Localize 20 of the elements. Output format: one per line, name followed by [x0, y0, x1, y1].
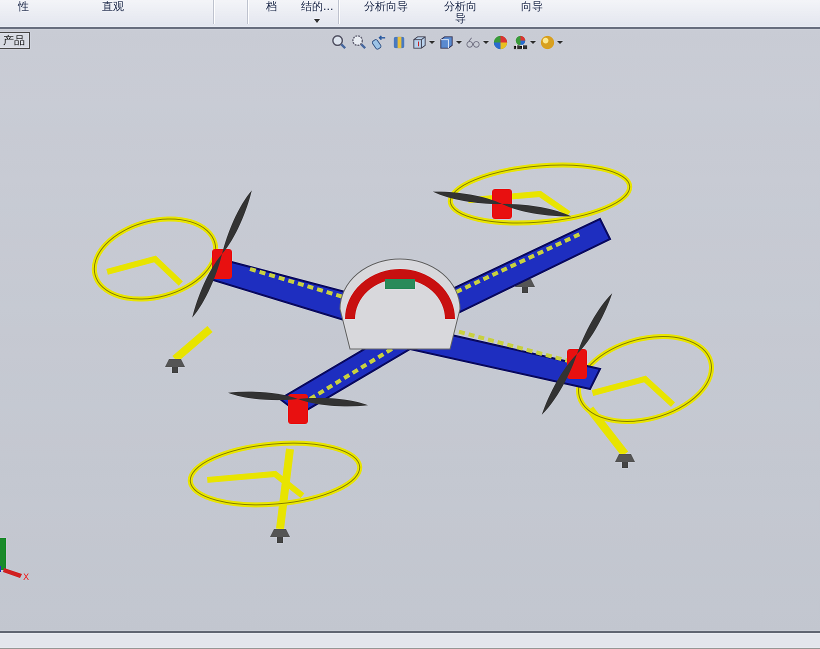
ribbon-button[interactable]: 结的...	[297, 1, 338, 23]
document-tab[interactable]: 产品	[0, 32, 30, 49]
ribbon-button[interactable]: 性	[14, 1, 33, 13]
zoom-area-icon[interactable]	[351, 34, 368, 51]
view-orientation-icon[interactable]	[411, 34, 428, 51]
previous-view-icon[interactable]	[371, 34, 388, 51]
ribbon-button[interactable]: 向导	[517, 1, 547, 13]
caret-icon[interactable]	[557, 41, 563, 44]
ribbon-button[interactable]: 档	[262, 1, 281, 13]
caret-icon[interactable]	[483, 41, 489, 44]
ribbon-button[interactable]: 分析向导	[360, 1, 412, 13]
caret-icon[interactable]	[530, 41, 536, 44]
caret-icon[interactable]	[456, 41, 462, 44]
scene-icon[interactable]	[512, 34, 529, 51]
caret-icon[interactable]	[429, 41, 435, 44]
axis-label: X	[23, 573, 30, 583]
zoom-fit-icon[interactable]	[331, 34, 348, 51]
ribbon-button[interactable]: 分析向导	[440, 1, 481, 25]
ribbon-button[interactable]: 直观	[98, 1, 128, 13]
display-style-icon[interactable]	[438, 34, 455, 51]
